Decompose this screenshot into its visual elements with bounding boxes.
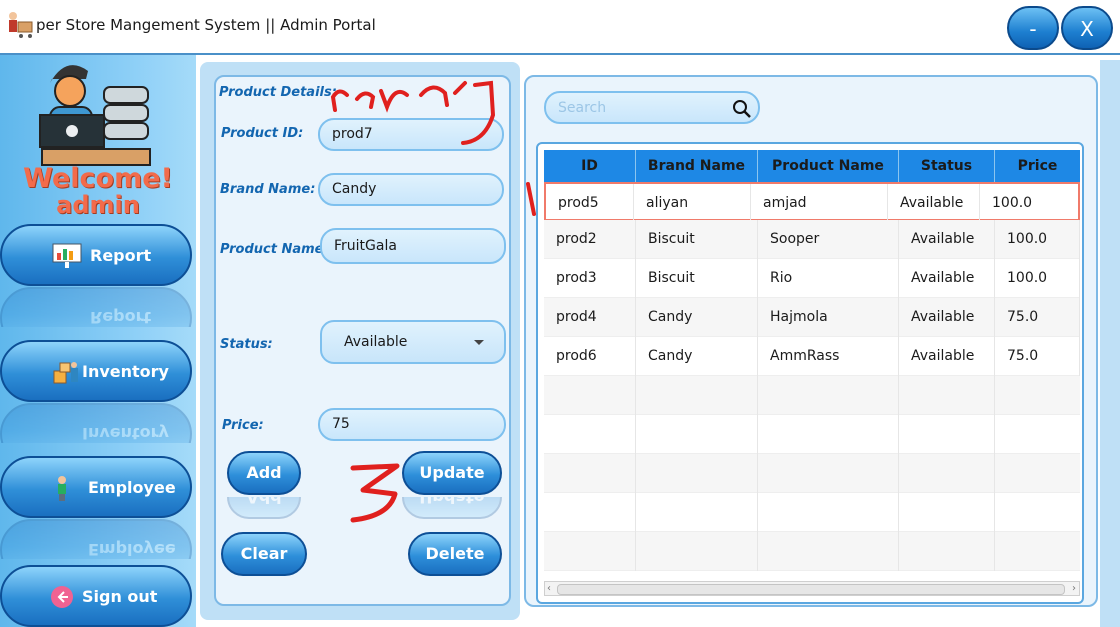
price-label: Price:: [222, 418, 264, 433]
right-panel-bg: [1100, 60, 1120, 627]
scroll-right-icon[interactable]: ›: [1072, 582, 1076, 595]
report-icon: [52, 243, 82, 268]
add-button[interactable]: Add: [227, 451, 301, 495]
employee-reflection: Employee: [0, 519, 192, 559]
table-row[interactable]: prod4 Candy Hajmola Available 75.0: [544, 298, 1080, 337]
annotation-number-1: [526, 182, 536, 216]
sidebar-item-label: Employee: [88, 478, 176, 497]
admin-username: admin: [56, 191, 140, 219]
cell-product: Hajmola: [758, 298, 899, 337]
column-header-brand-name[interactable]: Brand Name: [636, 150, 758, 182]
column-header-status[interactable]: Status: [899, 150, 995, 182]
cell-brand: aliyan: [634, 184, 751, 223]
table-header: ID Brand Name Product Name Status Price: [544, 150, 1080, 182]
annotation-scribble-product-details: [330, 80, 496, 145]
column-header-price[interactable]: Price: [995, 150, 1080, 182]
report-reflection: Report: [0, 287, 192, 327]
cell-id: prod6: [544, 337, 636, 376]
cell-price: 75.0: [995, 298, 1080, 337]
sidebar-item-label: Report: [90, 246, 152, 265]
cell-product: Sooper: [758, 220, 899, 259]
empty-row: [544, 532, 1080, 571]
cell-product: Rio: [758, 259, 899, 298]
empty-row: [544, 415, 1080, 454]
cell-status: Available: [899, 259, 995, 298]
product-name-field[interactable]: FruitGala: [320, 228, 506, 264]
cell-status: Available: [888, 184, 980, 223]
empty-row: [544, 376, 1080, 415]
sidebar: Welcome! admin Report Report Inventory I…: [0, 55, 196, 627]
annotation-number-3: [350, 463, 400, 523]
brand-name-field[interactable]: Candy: [318, 173, 504, 206]
search-placeholder: Search: [558, 100, 607, 116]
cell-price: 100.0: [992, 195, 1033, 211]
close-button[interactable]: X: [1061, 6, 1113, 50]
inventory-reflection: Inventory: [0, 403, 192, 443]
cell-brand: Candy: [636, 337, 758, 376]
sidebar-item-label: Sign out: [82, 587, 158, 606]
column-header-product-name[interactable]: Product Name: [758, 150, 899, 182]
horizontal-scrollbar[interactable]: ‹ ›: [544, 581, 1080, 596]
cell-status: Available: [899, 298, 995, 337]
inventory-icon: [53, 362, 78, 384]
cell-id: prod3: [544, 259, 636, 298]
table-row[interactable]: prod2 Biscuit Sooper Available 100.0: [544, 220, 1080, 259]
admin-avatar-icon: [39, 65, 151, 166]
product-name-label: Product Name:: [220, 242, 329, 257]
employee-icon: [58, 476, 66, 501]
clear-button[interactable]: Clear: [221, 532, 307, 576]
status-value: Available: [344, 334, 408, 350]
cell-product: AmmRass: [758, 337, 899, 376]
cell-status: Available: [899, 337, 995, 376]
add-reflection: Add: [227, 497, 301, 519]
status-select[interactable]: Available: [320, 320, 506, 364]
cell-price: 100.0: [995, 259, 1080, 298]
table-row[interactable]: prod3 Biscuit Rio Available 100.0: [544, 259, 1080, 298]
cell-brand: Candy: [636, 298, 758, 337]
cell-id: prod5: [546, 184, 634, 223]
cell-brand: Biscuit: [636, 220, 758, 259]
cell-product: amjad: [751, 184, 888, 223]
table-row-selected[interactable]: prod5 aliyan amjad Available 100.0: [544, 182, 1080, 223]
status-label: Status:: [220, 337, 273, 352]
chevron-down-icon: [474, 340, 484, 345]
cell-price: 75.0: [995, 337, 1080, 376]
sidebar-item-inventory[interactable]: Inventory: [0, 340, 192, 402]
update-reflection: Update: [402, 497, 502, 519]
window-title: per Store Mangement System || Admin Port…: [36, 16, 376, 34]
empty-row: [544, 454, 1080, 493]
cell-id: prod2: [544, 220, 636, 259]
delete-button[interactable]: Delete: [408, 532, 502, 576]
column-header-id[interactable]: ID: [544, 150, 636, 182]
cell-price: 100.0: [995, 220, 1080, 259]
sidebar-item-label: Inventory: [82, 362, 169, 381]
empty-row: [544, 493, 1080, 532]
search-icon[interactable]: [732, 99, 752, 119]
cell-status: Available: [899, 220, 995, 259]
products-table[interactable]: ID Brand Name Product Name Status Price …: [536, 142, 1084, 604]
cell-id: prod4: [544, 298, 636, 337]
cell-brand: Biscuit: [636, 259, 758, 298]
table-row[interactable]: prod6 Candy AmmRass Available 75.0: [544, 337, 1080, 376]
minimize-button[interactable]: -: [1007, 6, 1059, 50]
brand-name-label: Brand Name:: [220, 182, 316, 197]
sidebar-item-employee[interactable]: Employee: [0, 456, 192, 518]
sidebar-item-report[interactable]: Report: [0, 224, 192, 286]
scrollbar-thumb[interactable]: [557, 584, 1065, 595]
update-button[interactable]: Update: [402, 451, 502, 495]
title-bar: per Store Mangement System || Admin Port…: [0, 0, 1120, 55]
sign-out-icon: [51, 586, 73, 608]
price-field[interactable]: 75: [318, 408, 506, 441]
sidebar-item-sign-out[interactable]: Sign out: [0, 565, 192, 627]
welcome-text: Welcome!: [23, 163, 173, 194]
search-input[interactable]: Search: [544, 91, 760, 124]
scroll-left-icon[interactable]: ‹: [547, 582, 551, 595]
app-logo-icon: [9, 12, 33, 38]
product-details-label: Product Details:: [219, 85, 337, 100]
product-id-label: Product ID:: [221, 126, 304, 141]
